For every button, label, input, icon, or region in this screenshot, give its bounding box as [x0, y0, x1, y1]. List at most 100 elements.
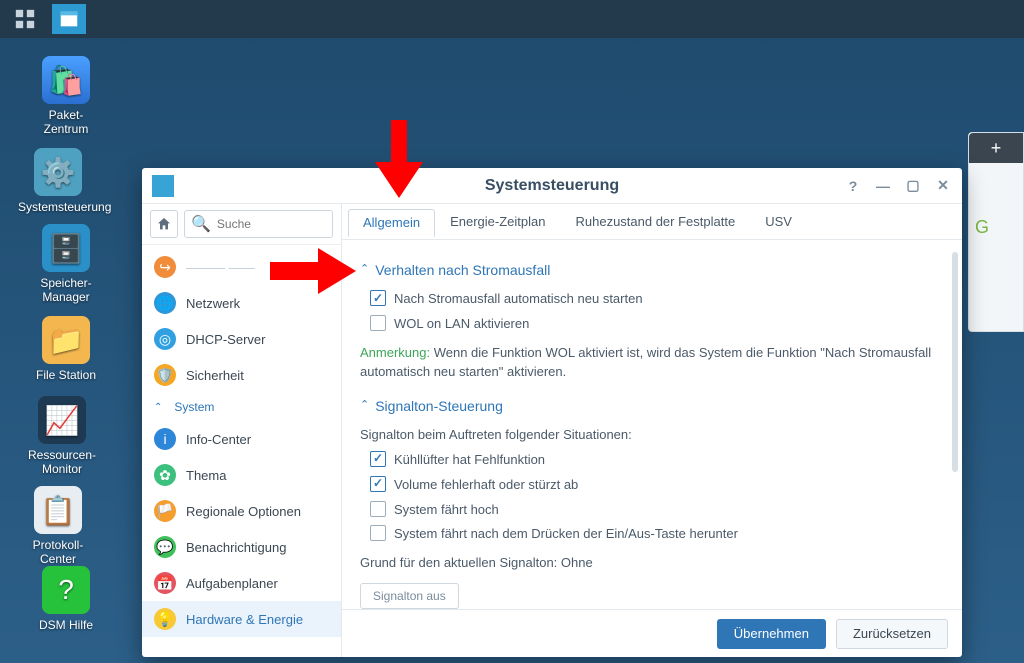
checkbox-row-autostart[interactable]: Nach Stromausfall automatisch neu starte…: [370, 290, 944, 309]
sidebar-item-regionale-optionen[interactable]: 🏳️ Regionale Optionen: [142, 493, 341, 529]
control-panel-window: Systemsteuerung ? — ▢ ✕ 🔍 ↪ ——— ——: [142, 168, 962, 657]
chevron-down-icon: ⌃: [154, 402, 162, 413]
sidebar-item-label: ——— ——: [186, 260, 255, 275]
checkbox-system-boot[interactable]: [370, 501, 386, 517]
tab-ruhezustand[interactable]: Ruhezustand der Festplatte: [560, 208, 750, 236]
sidebar-item-label: Sicherheit: [186, 368, 244, 383]
sidebar-item-label: Netzwerk: [186, 296, 240, 311]
search-input[interactable]: [217, 217, 326, 231]
checkbox-fan-fault[interactable]: [370, 451, 386, 467]
checkbox-autostart[interactable]: [370, 290, 386, 306]
sidebar-list: ↪ ——— —— 🌐 Netzwerk ◎ DHCP-Server 🛡️ Sic…: [142, 245, 341, 657]
desktop-icon-protokoll-center[interactable]: 📋 Protokoll-Center: [18, 486, 98, 566]
checkbox-label: Kühllüfter hat Fehlfunktion: [394, 451, 545, 470]
desktop-icon-label: Speicher- Manager: [26, 276, 106, 304]
desktop-icon-speicher-manager[interactable]: 🗄️ Speicher- Manager: [26, 224, 106, 304]
main-panel: Allgemein Energie-Zeitplan Ruhezustand d…: [342, 204, 962, 657]
desktop-icon-label: Systemsteuerung: [18, 200, 98, 214]
regional-icon: 🏳️: [154, 500, 176, 522]
sidebar-item-label: Aufgabenplaner: [186, 576, 278, 591]
theme-icon: ✿: [154, 464, 176, 486]
sidebar-item-info-center[interactable]: i Info-Center: [142, 421, 341, 457]
signalton-off-button[interactable]: Signalton aus: [360, 583, 459, 609]
chevron-up-icon: ⌃: [360, 398, 369, 414]
tab-energie-zeitplan[interactable]: Energie-Zeitplan: [435, 208, 560, 236]
checkbox-row-boot[interactable]: System fährt hoch: [370, 501, 944, 520]
resource-monitor-icon: 📈: [38, 396, 86, 444]
checkbox-label: Volume fehlerhaft oder stürzt ab: [394, 476, 578, 495]
desktop-icon-label: DSM Hilfe: [26, 618, 106, 632]
search-field[interactable]: 🔍: [184, 210, 333, 238]
info-icon: i: [154, 428, 176, 450]
sidebar-item-label: Hardware & Energie: [186, 612, 303, 627]
window-title: Systemsteuerung: [142, 177, 962, 195]
note-text: Wenn die Funktion WOL aktiviert ist, wir…: [360, 345, 931, 379]
checkbox-wol[interactable]: [370, 315, 386, 331]
minimize-button[interactable]: —: [874, 177, 892, 195]
sidebar-item-aufgabenplaner[interactable]: 📅 Aufgabenplaner: [142, 565, 341, 601]
sidebar-item-label: DHCP-Server: [186, 332, 265, 347]
dhcp-icon: ◎: [154, 328, 176, 350]
signalton-intro: Signalton beim Auftreten folgender Situa…: [360, 426, 944, 445]
control-panel-icon: ⚙️: [34, 148, 82, 196]
sidebar-item-label: Regionale Optionen: [186, 504, 301, 519]
sidebar-item-dhcp-server[interactable]: ◎ DHCP-Server: [142, 321, 341, 357]
desktop-icon-systemsteuerung[interactable]: ⚙️ Systemsteuerung: [18, 148, 98, 214]
checkbox-system-shutdown[interactable]: [370, 525, 386, 541]
section-title: Verhalten nach Stromausfall: [375, 260, 550, 280]
close-button[interactable]: ✕: [934, 177, 952, 195]
add-widget-button[interactable]: +: [969, 133, 1023, 163]
maximize-button[interactable]: ▢: [904, 177, 922, 195]
app-grid-icon[interactable]: [10, 4, 40, 34]
sidebar-item-benachrichtigung[interactable]: 💬 Benachrichtigung: [142, 529, 341, 565]
desktop-icon-label: Ressourcen- Monitor: [22, 448, 102, 476]
reset-button[interactable]: Zurücksetzen: [836, 619, 948, 649]
sidebar-item-sicherheit[interactable]: 🛡️ Sicherheit: [142, 357, 341, 393]
desktop-icon-paket-zentrum[interactable]: 🛍️ Paket- Zentrum: [26, 56, 106, 136]
settings-scroll-area[interactable]: ⌃ Verhalten nach Stromausfall Nach Strom…: [342, 240, 962, 609]
checkbox-label: System fährt hoch: [394, 501, 499, 520]
section-title: Signalton-Steuerung: [375, 396, 503, 416]
checkbox-row-fan[interactable]: Kühllüfter hat Fehlfunktion: [370, 451, 944, 470]
sidebar-item-label: Benachrichtigung: [186, 540, 286, 555]
desktop-icon-label: Paket- Zentrum: [26, 108, 106, 136]
sidebar-item-hardware-energie[interactable]: 💡 Hardware & Energie: [142, 601, 341, 637]
desktop-icon-ressourcen-monitor[interactable]: 📈 Ressourcen- Monitor: [22, 396, 102, 476]
help-button[interactable]: ?: [844, 177, 862, 195]
tab-usv[interactable]: USV: [750, 208, 807, 236]
sidebar-item-label: Info-Center: [186, 432, 251, 447]
scheduler-icon: 📅: [154, 572, 176, 594]
sidebar-item-label: Thema: [186, 468, 226, 483]
chevron-up-icon: ⌃: [360, 262, 369, 278]
home-button[interactable]: [150, 210, 178, 238]
section-header-signalton[interactable]: ⌃ Signalton-Steuerung: [360, 396, 944, 416]
bulb-icon: 💡: [154, 608, 176, 630]
help-icon: ?: [42, 566, 90, 614]
file-station-icon: 📁: [42, 316, 90, 364]
widget-label: G: [969, 163, 1023, 238]
checkbox-row-wol[interactable]: WOL on LAN aktivieren: [370, 315, 944, 334]
desktop-icon-file-station[interactable]: 📁 File Station: [26, 316, 106, 382]
sidebar-item-thema[interactable]: ✿ Thema: [142, 457, 341, 493]
window-icon: [152, 175, 174, 197]
checkbox-row-shutdown[interactable]: System fährt nach dem Drücken der Ein/Au…: [370, 525, 944, 544]
section-header-stromausfall[interactable]: ⌃ Verhalten nach Stromausfall: [360, 260, 944, 280]
scrollbar[interactable]: [952, 252, 958, 472]
sidebar-item-netzwerk[interactable]: 🌐 Netzwerk: [142, 285, 341, 321]
tab-allgemein[interactable]: Allgemein: [348, 209, 435, 237]
sidebar-item-truncated[interactable]: ↪ ——— ——: [142, 249, 341, 285]
note-label: Anmerkung:: [360, 345, 430, 360]
external-access-icon: ↪: [154, 256, 176, 278]
sidebar-group-system[interactable]: ⌃ System: [142, 393, 341, 421]
desktop-icon-dsm-hilfe[interactable]: ? DSM Hilfe: [26, 566, 106, 632]
checkbox-row-volume[interactable]: Volume fehlerhaft oder stürzt ab: [370, 476, 944, 495]
button-bar: Übernehmen Zurücksetzen: [342, 609, 962, 657]
checkbox-volume-fault[interactable]: [370, 476, 386, 492]
widget-panel[interactable]: + G: [968, 132, 1024, 332]
apply-button[interactable]: Übernehmen: [717, 619, 826, 649]
taskbar-window-icon[interactable]: [52, 4, 86, 34]
checkbox-label: Nach Stromausfall automatisch neu starte…: [394, 290, 643, 309]
notification-icon: 💬: [154, 536, 176, 558]
checkbox-label: System fährt nach dem Drücken der Ein/Au…: [394, 525, 738, 544]
window-titlebar[interactable]: Systemsteuerung ? — ▢ ✕: [142, 168, 962, 204]
